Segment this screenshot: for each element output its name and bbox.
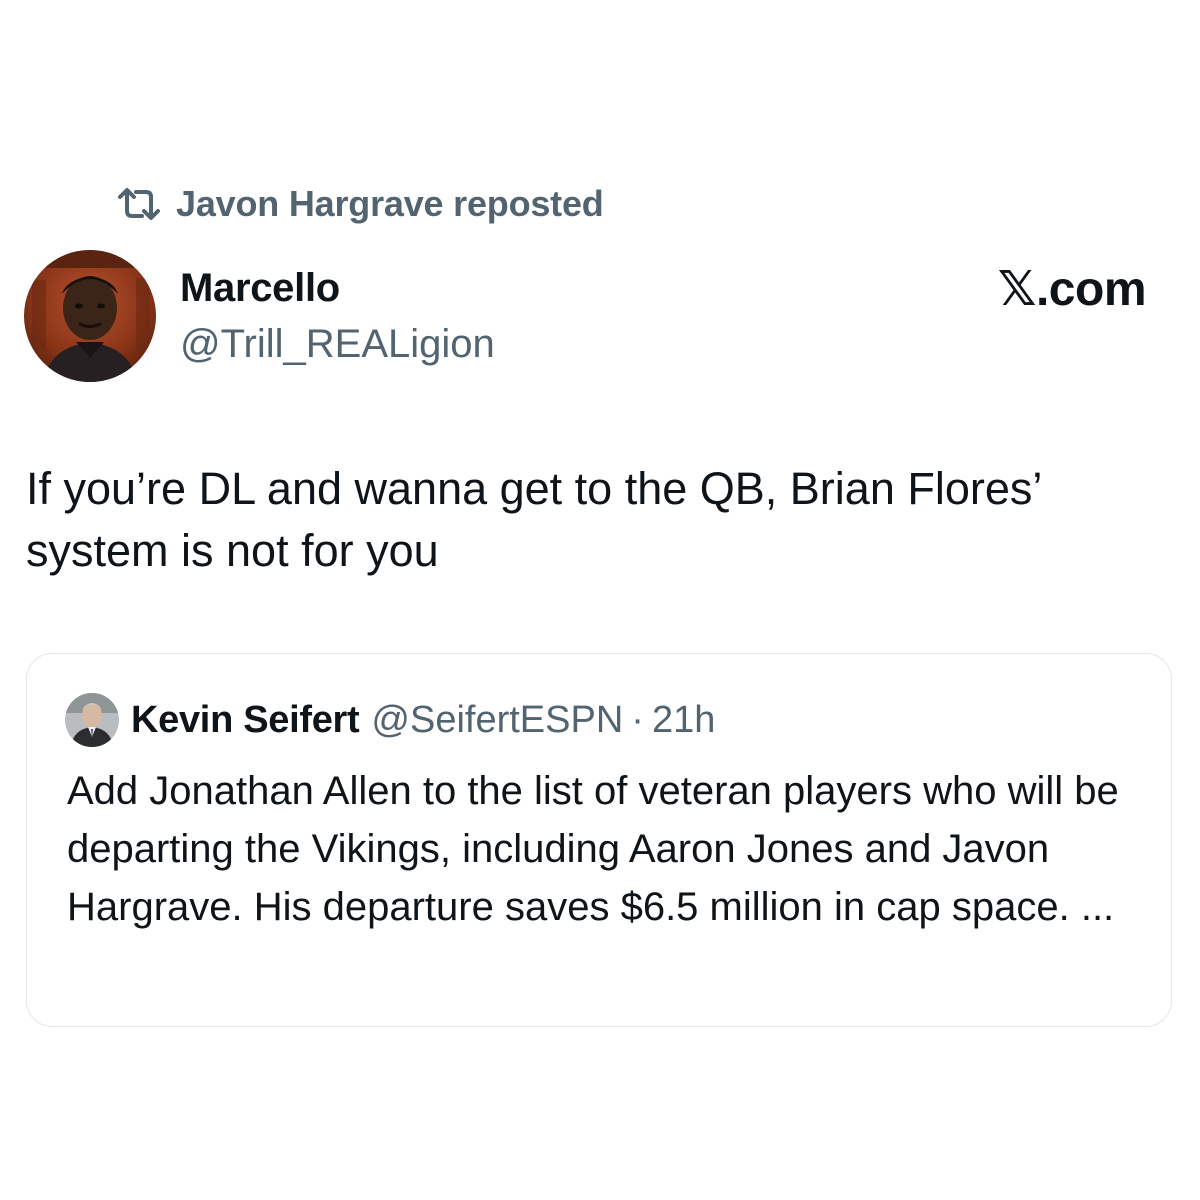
quoted-post-text: Add Jonathan Allen to the list of vetera… [67,769,1119,929]
meta-separator: · [631,698,644,741]
quoted-post-timestamp[interactable]: 21h [652,699,715,742]
x-logo-brand: 𝕏.com [997,263,1147,316]
post-text: If you’re DL and wanna get to the QB, Br… [26,463,1041,576]
quoted-avatar[interactable] [65,693,119,747]
author-name[interactable]: Marcello [180,262,340,314]
quoted-post-card[interactable]: Kevin Seifert @SeifertESPN · 21h Add Jon… [26,653,1172,1027]
quoted-author-name[interactable]: Kevin Seifert [131,699,360,742]
quoted-post-header: Kevin Seifert @SeifertESPN · 21h [65,690,715,750]
quoted-author-handle[interactable]: @SeifertESPN [371,699,623,742]
author-handle[interactable]: @Trill_REALigion [180,318,495,370]
repost-indicator[interactable]: Javon Hargrave reposted [116,180,604,228]
avatar[interactable] [24,250,156,382]
repost-icon [116,187,162,221]
quoted-post-meta: @SeifertESPN · 21h [371,699,715,742]
repost-label: Javon Hargrave reposted [176,183,604,224]
